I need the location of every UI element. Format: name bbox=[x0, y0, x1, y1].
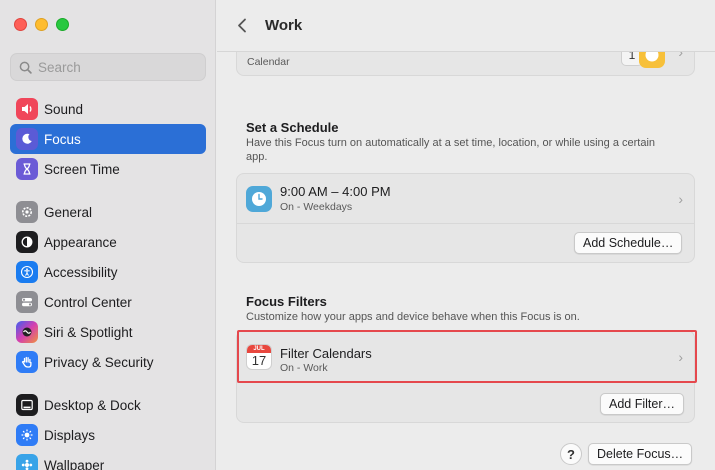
sun-icon bbox=[16, 424, 38, 446]
page-title: Work bbox=[265, 17, 303, 34]
sidebar-item-label: Privacy & Security bbox=[44, 354, 154, 370]
sidebar-item-wallpaper[interactable]: Wallpaper bbox=[10, 450, 206, 470]
sidebar-item-control-center[interactable]: Control Center bbox=[10, 287, 206, 317]
back-button[interactable] bbox=[231, 15, 253, 37]
sidebar-item-label: Desktop & Dock bbox=[44, 397, 141, 413]
add-schedule-button[interactable]: Add Schedule… bbox=[574, 232, 683, 254]
sidebar-item-label: Siri & Spotlight bbox=[44, 324, 133, 340]
sidebar-item-privacy-security[interactable]: Privacy & Security bbox=[10, 347, 206, 377]
sidebar-item-sound[interactable]: Sound bbox=[10, 94, 206, 124]
delete-focus-button[interactable]: Delete Focus… bbox=[588, 443, 693, 465]
add-filter-button[interactable]: Add Filter… bbox=[600, 393, 684, 415]
sidebar-item-focus[interactable]: Focus bbox=[10, 124, 206, 154]
moon-icon bbox=[16, 128, 38, 150]
chevron-left-icon bbox=[238, 18, 246, 33]
schedule-section-description: Have this Focus turn on automatically at… bbox=[246, 137, 656, 163]
sidebar-item-siri-spotlight[interactable]: Siri & Spotlight bbox=[10, 317, 206, 347]
traffic-lights bbox=[14, 18, 69, 31]
sidebar-item-desktop-dock[interactable]: Desktop & Dock bbox=[10, 390, 206, 420]
sidebar: Sound Focus Screen Time General bbox=[0, 0, 216, 470]
sidebar-item-accessibility[interactable]: Accessibility bbox=[10, 257, 206, 287]
siri-icon bbox=[16, 321, 38, 343]
settings-window: Sound Focus Screen Time General bbox=[0, 0, 715, 470]
chevron-right-icon: › bbox=[678, 191, 683, 207]
sidebar-item-label: Sound bbox=[44, 101, 84, 117]
schedule-card: 9:00 AM – 4:00 PM On - Weekdays › Add Sc… bbox=[236, 173, 695, 263]
sidebar-item-label: Wallpaper bbox=[44, 457, 105, 470]
sidebar-item-screen-time[interactable]: Screen Time bbox=[10, 154, 206, 184]
sidebar-item-label: Displays bbox=[44, 427, 96, 443]
sidebar-item-label: Focus bbox=[44, 131, 81, 147]
filters-section-title: Focus Filters bbox=[246, 294, 327, 309]
sidebar-item-appearance[interactable]: Appearance bbox=[10, 227, 206, 257]
sidebar-nav: Sound Focus Screen Time General Appearan… bbox=[10, 94, 206, 470]
schedule-row[interactable]: 9:00 AM – 4:00 PM On - Weekdays › bbox=[237, 174, 694, 224]
content-pane: Work Calendar 1 › Set a Schedule Have th… bbox=[217, 0, 715, 470]
clock-icon bbox=[246, 186, 272, 212]
search-field[interactable] bbox=[10, 53, 206, 81]
toolbar: Work bbox=[217, 0, 715, 52]
sidebar-item-label: Accessibility bbox=[44, 264, 118, 280]
sidebar-item-label: Control Center bbox=[44, 294, 132, 310]
help-button[interactable]: ? bbox=[560, 443, 582, 465]
schedule-time: 9:00 AM – 4:00 PM bbox=[280, 184, 391, 199]
schedule-section-title: Set a Schedule bbox=[246, 120, 339, 135]
filters-section-description: Customize how your apps and device behav… bbox=[246, 311, 580, 323]
search-input[interactable] bbox=[38, 59, 198, 75]
sidebar-item-label: General bbox=[44, 204, 93, 220]
search-icon bbox=[19, 61, 32, 74]
dock-icon bbox=[16, 394, 38, 416]
appearance-icon bbox=[16, 231, 38, 253]
highlight-box bbox=[237, 330, 697, 383]
sidebar-item-displays[interactable]: Displays bbox=[10, 420, 206, 450]
toggles-icon bbox=[16, 291, 38, 313]
hourglass-icon bbox=[16, 158, 38, 180]
wallpaper-icon bbox=[16, 454, 38, 470]
card-subtitle: Calendar bbox=[247, 56, 290, 68]
schedule-days: On - Weekdays bbox=[280, 201, 353, 213]
speaker-icon bbox=[16, 98, 38, 120]
accessibility-icon bbox=[16, 261, 38, 283]
sidebar-item-label: Screen Time bbox=[44, 161, 120, 177]
gear-icon bbox=[16, 201, 38, 223]
close-window-button[interactable] bbox=[14, 18, 27, 31]
minimize-window-button[interactable] bbox=[35, 18, 48, 31]
hand-icon bbox=[16, 351, 38, 373]
sidebar-item-general[interactable]: General bbox=[10, 197, 206, 227]
sidebar-item-label: Appearance bbox=[44, 234, 117, 250]
zoom-window-button[interactable] bbox=[56, 18, 69, 31]
